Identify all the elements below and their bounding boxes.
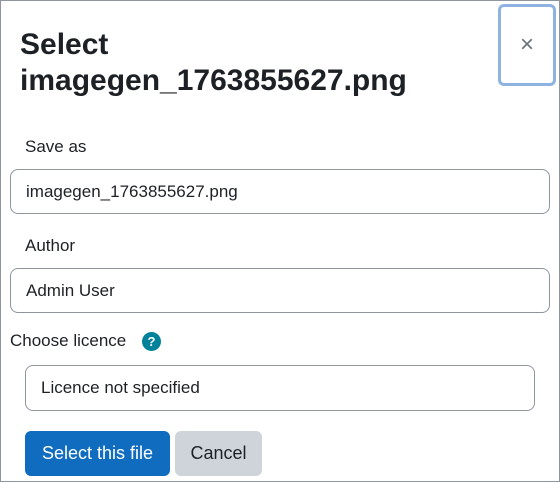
cancel-button[interactable]: Cancel: [175, 431, 262, 476]
select-this-file-button[interactable]: Select this file: [25, 431, 170, 476]
author-input[interactable]: [10, 268, 550, 313]
close-icon: ×: [519, 31, 534, 58]
question-circle-icon[interactable]: ?: [142, 332, 161, 351]
close-button[interactable]: ×: [498, 4, 556, 86]
save-as-label: Save as: [25, 137, 87, 156]
file-picker-dialog: Select imagegen_1763855627.png × Save as…: [0, 0, 560, 482]
licence-select[interactable]: Licence not specified: [25, 365, 535, 411]
author-label: Author: [25, 236, 76, 255]
save-as-input[interactable]: [10, 169, 550, 214]
dialog-title: Select imagegen_1763855627.png: [20, 28, 407, 97]
licence-selected-value: Licence not specified: [41, 378, 200, 397]
choose-licence-label: Choose licence: [10, 331, 127, 350]
